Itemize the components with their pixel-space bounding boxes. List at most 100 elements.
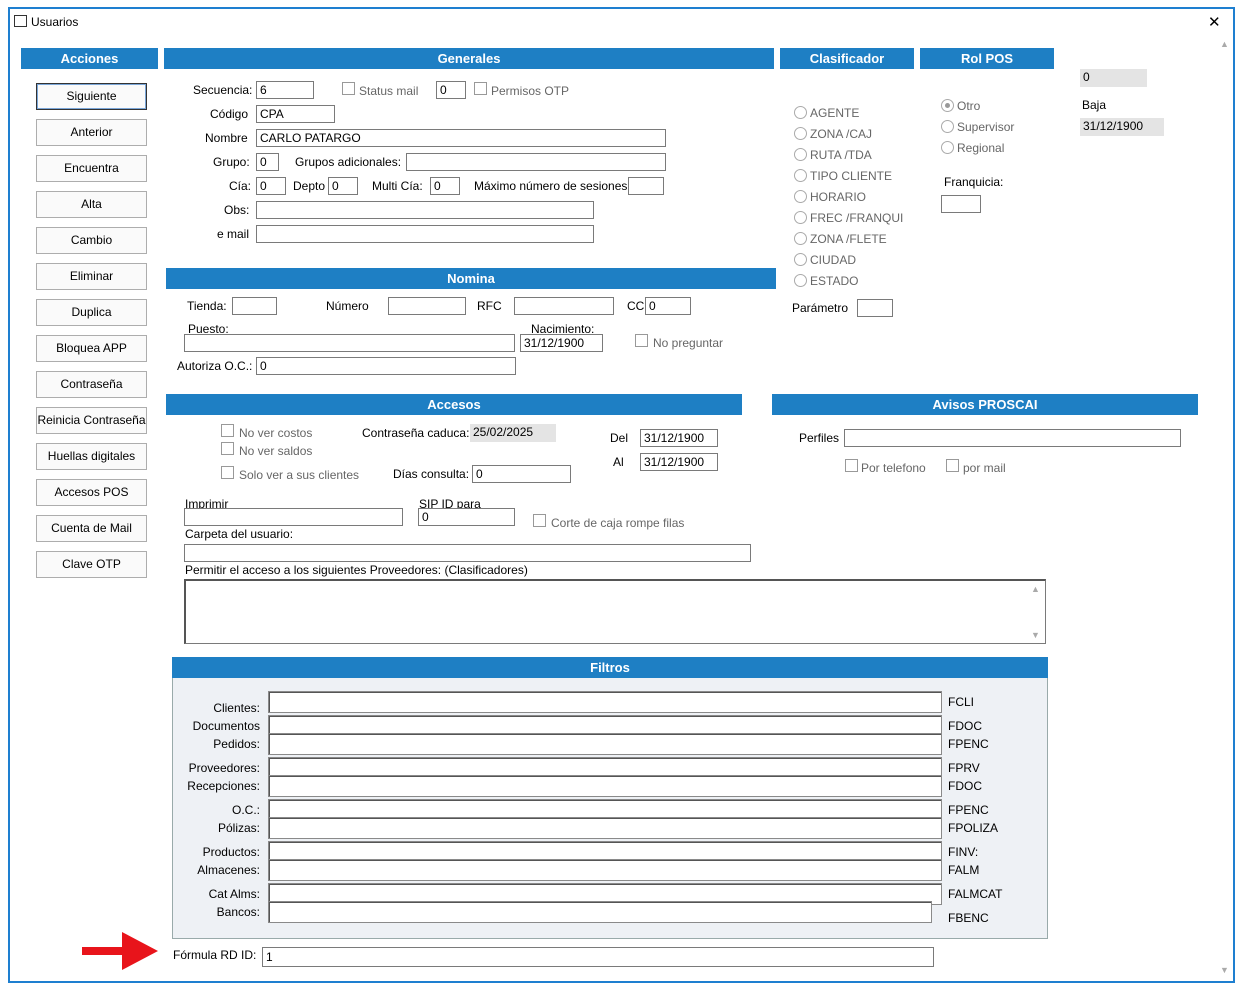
obs-field[interactable]: [256, 201, 594, 219]
permisos-otp-label: Permisos OTP: [491, 84, 570, 98]
rol-pos-radio[interactable]: [941, 99, 954, 112]
filtro-field[interactable]: [268, 859, 942, 881]
clasificador-radio[interactable]: [794, 232, 807, 245]
grupos-adicionales-field[interactable]: [406, 153, 666, 171]
clasificador-header: Clasificador: [780, 48, 914, 69]
depto-field[interactable]: 0: [328, 177, 358, 195]
filtro-label: Clientes:: [213, 701, 260, 715]
tienda-field[interactable]: [232, 297, 277, 315]
codigo-field[interactable]: CPA: [256, 105, 335, 123]
dias-consulta-field[interactable]: 0: [472, 465, 571, 483]
scroll-up-icon[interactable]: ▲: [1220, 39, 1229, 49]
no-ver-costos-checkbox[interactable]: [221, 424, 234, 437]
close-icon[interactable]: ✕: [1208, 13, 1221, 31]
status-mail-field[interactable]: 0: [436, 81, 466, 99]
button-bloquea-app[interactable]: Bloquea APP: [36, 335, 147, 362]
depto-label: Depto: [293, 179, 326, 193]
no-ver-saldos-checkbox[interactable]: [221, 442, 234, 455]
textarea-scroll-up-icon[interactable]: ▲: [1031, 584, 1040, 594]
secuencia-field[interactable]: 6: [256, 81, 314, 99]
filtro-code: FALM: [948, 863, 980, 877]
scrollbar[interactable]: ▲ ▼: [1217, 37, 1231, 977]
nacimiento-field[interactable]: 31/12/1900: [520, 334, 603, 352]
clasificador-option-label: RUTA /TDA: [810, 148, 872, 162]
grupo-label: Grupo:: [213, 155, 250, 169]
button-accesos-pos[interactable]: Accesos POS: [36, 479, 147, 506]
clasificador-radio[interactable]: [794, 148, 807, 161]
no-preguntar-checkbox[interactable]: [635, 334, 648, 347]
button-encuentra[interactable]: Encuentra: [36, 155, 147, 182]
clasificador-radio[interactable]: [794, 169, 807, 182]
rol-pos-radio[interactable]: [941, 141, 954, 154]
status-mail-checkbox[interactable]: [342, 82, 355, 95]
numero-field[interactable]: [388, 297, 466, 315]
filtro-field[interactable]: [268, 775, 942, 797]
solo-ver-checkbox[interactable]: [221, 466, 234, 479]
por-mail-checkbox[interactable]: [946, 459, 959, 472]
carpeta-label: Carpeta del usuario:: [185, 527, 294, 541]
perfiles-field[interactable]: [844, 429, 1181, 447]
del-field[interactable]: 31/12/1900: [640, 429, 718, 447]
parametro-field[interactable]: [857, 299, 893, 317]
button-alta[interactable]: Alta: [36, 191, 147, 218]
button-huellas-digitales[interactable]: Huellas digitales: [36, 443, 147, 470]
cc-label: CC: [627, 299, 645, 313]
clasificador-radio[interactable]: [794, 211, 807, 224]
carpeta-field[interactable]: [184, 544, 751, 562]
franquicia-field[interactable]: [941, 195, 981, 213]
no-ver-saldos-label: No ver saldos: [239, 444, 313, 458]
button-reinicia-contrasena[interactable]: Reinicia Contraseña: [36, 407, 147, 434]
formula-field[interactable]: 1: [262, 947, 934, 967]
filtro-code: FCLI: [948, 695, 975, 709]
window: Usuarios ✕ ▲ ▼ Acciones Siguiente Anterio…: [8, 7, 1235, 983]
button-contrasena[interactable]: Contraseña: [36, 371, 147, 398]
button-duplica[interactable]: Duplica: [36, 299, 147, 326]
filtro-label: Pedidos:: [213, 737, 260, 751]
por-telefono-checkbox[interactable]: [845, 459, 858, 472]
permisos-otp-checkbox[interactable]: [474, 82, 487, 95]
textarea-scroll-down-icon[interactable]: ▼: [1031, 630, 1040, 640]
clasificador-radio[interactable]: [794, 127, 807, 140]
button-cambio[interactable]: Cambio: [36, 227, 147, 254]
imprimir-field[interactable]: [184, 508, 403, 526]
button-eliminar[interactable]: Eliminar: [36, 263, 147, 290]
arrow-icon: [82, 932, 158, 970]
grupo-field[interactable]: 0: [256, 153, 279, 171]
proveedores-textarea[interactable]: ▲ ▼: [184, 579, 1046, 644]
filtro-code: FDOC: [948, 779, 982, 793]
filtro-field[interactable]: [268, 733, 942, 755]
clasificador-option-label: ESTADO: [810, 274, 859, 288]
filtro-code: FALMCAT: [948, 887, 1003, 901]
filtro-code: FPENC: [948, 737, 989, 751]
email-field[interactable]: [256, 225, 594, 243]
contrasena-caduca-field: 25/02/2025: [470, 424, 556, 442]
button-siguiente[interactable]: Siguiente: [36, 83, 147, 110]
cia-field[interactable]: 0: [256, 177, 286, 195]
scroll-down-icon[interactable]: ▼: [1220, 965, 1229, 975]
rfc-field[interactable]: [514, 297, 614, 315]
puesto-field[interactable]: [184, 334, 515, 352]
clasificador-radio[interactable]: [794, 106, 807, 119]
button-anterior[interactable]: Anterior: [36, 119, 147, 146]
button-clave-otp[interactable]: Clave OTP: [36, 551, 147, 578]
clasificador-radio[interactable]: [794, 190, 807, 203]
autoriza-label: Autoriza O.C.:: [177, 359, 253, 373]
rol-pos-radio[interactable]: [941, 120, 954, 133]
button-cuenta-de-mail[interactable]: Cuenta de Mail: [36, 515, 147, 542]
multi-cia-field[interactable]: 0: [430, 177, 460, 195]
max-sesiones-field[interactable]: [628, 177, 664, 195]
filtro-field[interactable]: [268, 901, 932, 923]
corte-caja-checkbox[interactable]: [533, 514, 546, 527]
baja-label: Baja: [1082, 98, 1107, 112]
clasificador-radio[interactable]: [794, 274, 807, 287]
cc-field[interactable]: 0: [645, 297, 691, 315]
autoriza-field[interactable]: 0: [256, 357, 516, 375]
nombre-field[interactable]: CARLO PATARGO: [256, 129, 666, 147]
filtro-field[interactable]: [268, 691, 942, 713]
al-field[interactable]: 31/12/1900: [640, 453, 718, 471]
filtro-field[interactable]: [268, 817, 942, 839]
clasificador-radio[interactable]: [794, 253, 807, 266]
clasificador-option-label: FREC /FRANQUI: [810, 211, 904, 225]
filtro-code: FDOC: [948, 719, 982, 733]
sip-id-field[interactable]: 0: [418, 508, 515, 526]
